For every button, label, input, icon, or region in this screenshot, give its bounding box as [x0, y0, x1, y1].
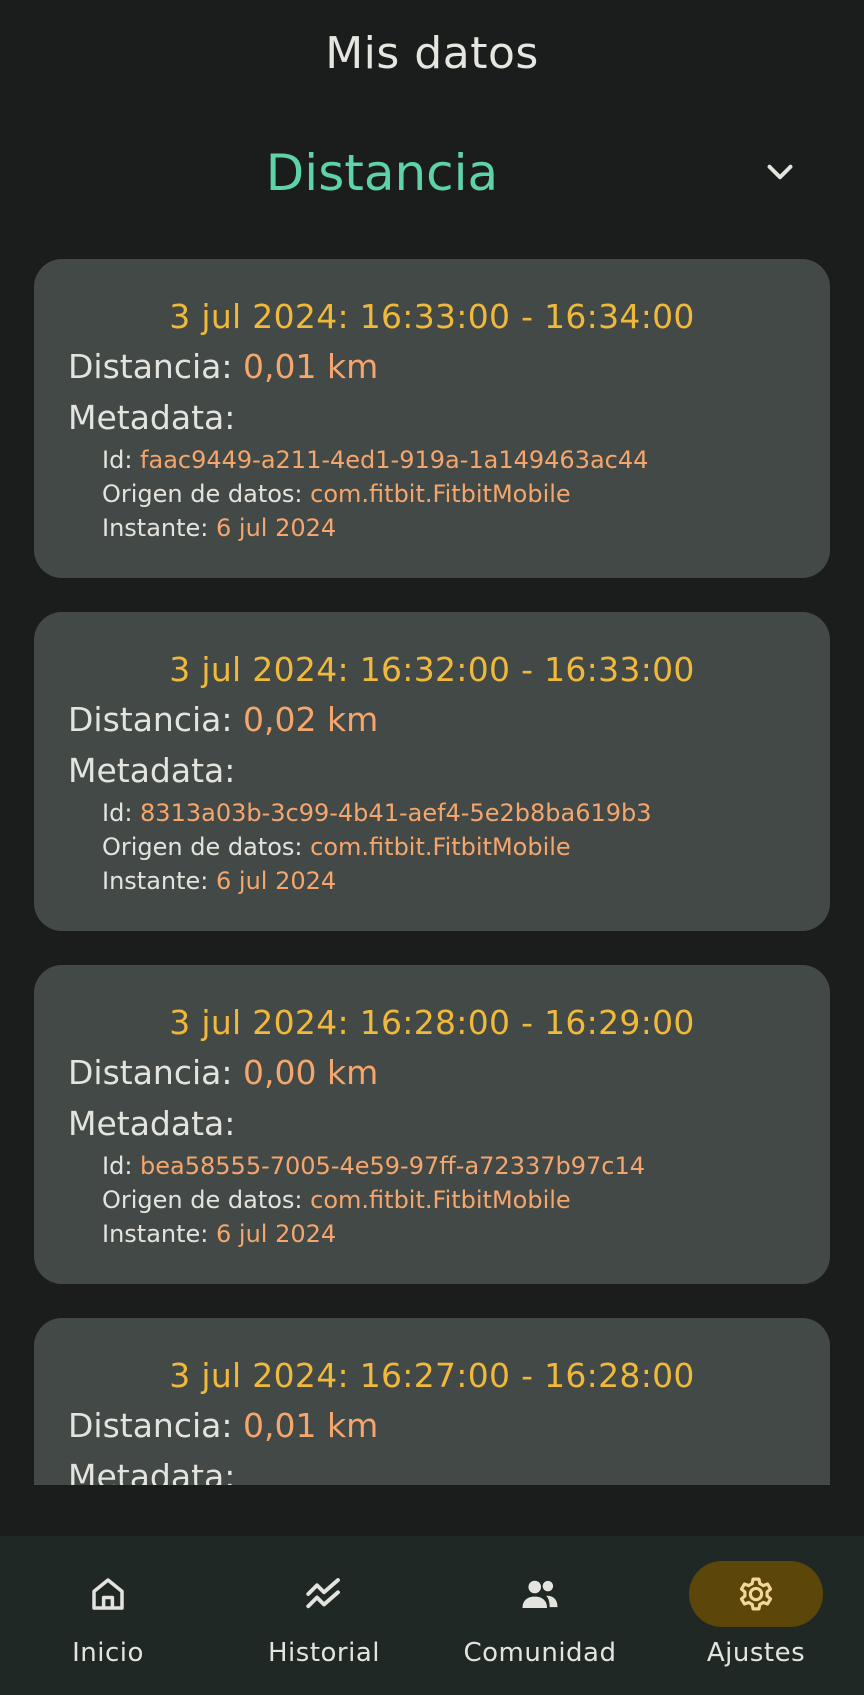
distance-label: Distancia:	[68, 1053, 243, 1092]
record-distance: Distancia: 0,00 km	[68, 1053, 378, 1092]
origin-label: Origen de datos:	[102, 833, 311, 861]
origin-value: com.fitbit.FitbitMobile	[310, 1186, 571, 1214]
metadata-heading: Metadata:	[68, 1457, 236, 1485]
app-screen: Mis datos Distancia 3 jul 2024: 16:33:00…	[0, 0, 864, 1695]
distance-value: 0,01 km	[243, 347, 379, 386]
page-title: Mis datos	[325, 28, 539, 79]
record-distance: Distancia: 0,01 km	[68, 1406, 378, 1445]
metadata-heading: Metadata:	[68, 751, 236, 790]
metadata-id: Id: bea58555-7005-4e59-97ff-a72337b97c14	[102, 1152, 645, 1180]
record-card: 3 jul 2024: 16:32:00 - 16:33:00 Distanci…	[34, 612, 830, 931]
origin-label: Origen de datos:	[102, 1186, 311, 1214]
metadata-heading: Metadata:	[68, 398, 236, 437]
instant-label: Instante:	[102, 867, 217, 895]
instant-label: Instante:	[102, 1220, 217, 1248]
record-time-range: 3 jul 2024: 16:33:00 - 16:34:00	[169, 297, 695, 336]
instant-value: 6 jul 2024	[216, 867, 337, 895]
nav-icon-container	[473, 1561, 607, 1627]
metadata-origin: Origen de datos: com.fitbit.FitbitMobile	[102, 480, 571, 508]
origin-label: Origen de datos:	[102, 480, 311, 508]
instant-value: 6 jul 2024	[216, 1220, 337, 1248]
data-type-selected-value: Distancia	[265, 144, 499, 202]
record-card: 3 jul 2024: 16:27:00 - 16:28:00 Distanci…	[34, 1318, 830, 1485]
record-time-range: 3 jul 2024: 16:27:00 - 16:28:00	[169, 1356, 695, 1395]
chevron-down-icon	[767, 164, 793, 180]
metadata-origin: Origen de datos: com.fitbit.FitbitMobile	[102, 833, 571, 861]
community-icon	[522, 1580, 558, 1608]
record-card: 3 jul 2024: 16:33:00 - 16:34:00 Distanci…	[34, 259, 830, 578]
records-list[interactable]: 3 jul 2024: 16:33:00 - 16:34:00 Distanci…	[34, 259, 830, 1485]
instant-value: 6 jul 2024	[216, 514, 337, 542]
nav-item-inicio[interactable]: Inicio	[0, 1536, 216, 1695]
record-time-range: 3 jul 2024: 16:28:00 - 16:29:00	[169, 1003, 695, 1042]
record-card: 3 jul 2024: 16:28:00 - 16:29:00 Distanci…	[34, 965, 830, 1284]
data-type-dropdown[interactable]: Distancia	[0, 138, 864, 218]
id-label: Id:	[102, 446, 141, 474]
nav-item-historial[interactable]: Historial	[216, 1536, 432, 1695]
nav-icon-container-active	[689, 1561, 823, 1627]
home-icon	[92, 1578, 124, 1610]
gear-icon	[739, 1577, 773, 1611]
distance-label: Distancia:	[68, 1406, 243, 1445]
metadata-id: Id: 8313a03b-3c99-4b41-aef4-5e2b8ba619b3	[102, 799, 652, 827]
id-label: Id:	[102, 1152, 141, 1180]
record-time-range: 3 jul 2024: 16:32:00 - 16:33:00	[169, 650, 695, 689]
metadata-heading: Metadata:	[68, 1104, 236, 1143]
id-value: 8313a03b-3c99-4b41-aef4-5e2b8ba619b3	[140, 799, 652, 827]
id-value: bea58555-7005-4e59-97ff-a72337b97c14	[140, 1152, 646, 1180]
nav-item-comunidad[interactable]: Comunidad	[432, 1536, 648, 1695]
distance-value: 0,01 km	[243, 1406, 379, 1445]
nav-label: Historial	[268, 1638, 380, 1668]
nav-label: Inicio	[72, 1638, 144, 1668]
distance-label: Distancia:	[68, 347, 243, 386]
history-chart-icon	[306, 1578, 340, 1609]
bottom-navigation: Inicio Historial Comunidad Ajustes	[0, 1536, 864, 1695]
distance-value: 0,02 km	[243, 700, 379, 739]
nav-icon-container	[257, 1561, 391, 1627]
metadata-instant: Instante: 6 jul 2024	[102, 514, 336, 542]
instant-label: Instante:	[102, 514, 217, 542]
id-label: Id:	[102, 799, 141, 827]
id-value: faac9449-a211-4ed1-919a-1a149463ac44	[140, 446, 649, 474]
nav-item-ajustes[interactable]: Ajustes	[648, 1536, 864, 1695]
nav-icon-container	[41, 1561, 175, 1627]
metadata-origin: Origen de datos: com.fitbit.FitbitMobile	[102, 1186, 571, 1214]
distance-value: 0,00 km	[243, 1053, 379, 1092]
nav-label: Comunidad	[463, 1638, 617, 1668]
record-distance: Distancia: 0,01 km	[68, 347, 378, 386]
origin-value: com.fitbit.FitbitMobile	[310, 833, 571, 861]
distance-label: Distancia:	[68, 700, 243, 739]
metadata-instant: Instante: 6 jul 2024	[102, 867, 336, 895]
record-distance: Distancia: 0,02 km	[68, 700, 378, 739]
origin-value: com.fitbit.FitbitMobile	[310, 480, 571, 508]
metadata-instant: Instante: 6 jul 2024	[102, 1220, 336, 1248]
metadata-id: Id: faac9449-a211-4ed1-919a-1a149463ac44	[102, 446, 648, 474]
nav-label: Ajustes	[706, 1638, 806, 1668]
